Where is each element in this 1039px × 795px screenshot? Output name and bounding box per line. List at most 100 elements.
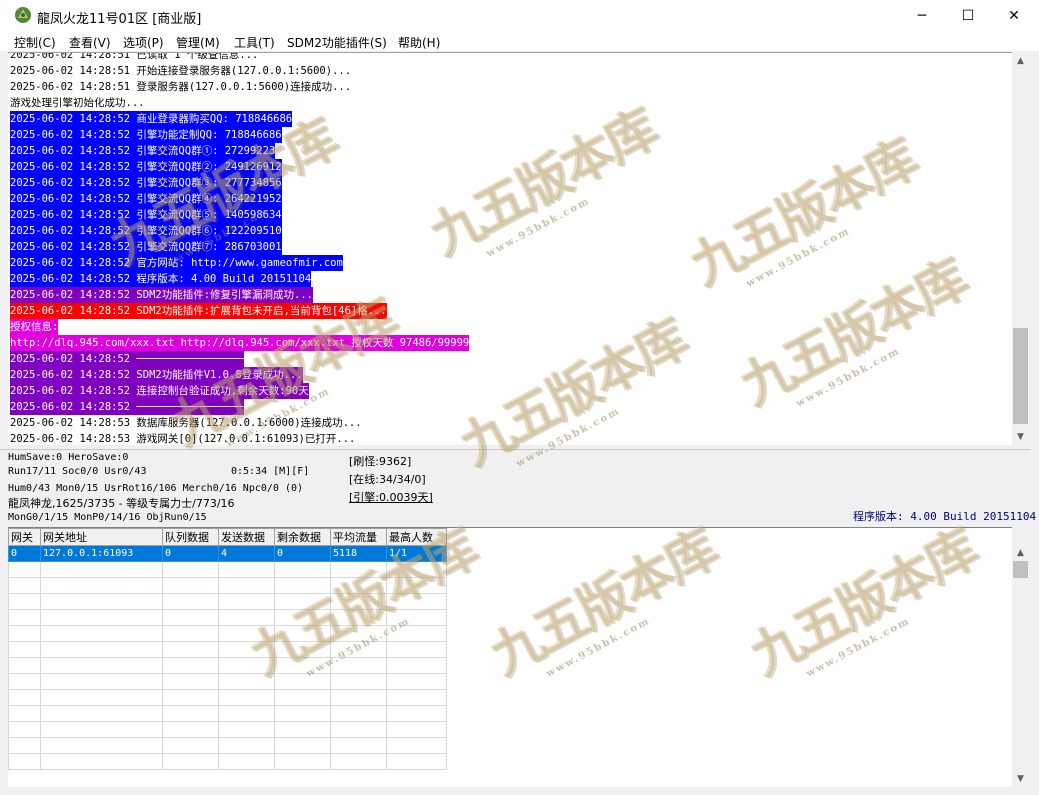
log-line: 2025-06-02 14:28:52 引擎功能定制QQ: 718846686: [10, 127, 282, 143]
table-row[interactable]: [8, 689, 447, 706]
log-panel[interactable]: 2025-06-02 14:28:51 已读取 1 个级查信息... 2025-0…: [8, 52, 1012, 445]
log-line: 2025-06-02 14:28:52 引擎交流QQ群②: 249126912: [10, 159, 282, 175]
table-cell: [8, 721, 41, 738]
table-row[interactable]: [8, 753, 447, 770]
table-cell: [8, 577, 41, 594]
menu-options[interactable]: 选项(P): [123, 34, 164, 51]
log-line: 2025-06-02 14:28:52 引擎交流QQ群⑦: 286703001: [10, 239, 282, 255]
table-cell: 5118: [330, 545, 387, 562]
table-cell: [8, 593, 41, 610]
maximize-button[interactable]: ☐: [945, 0, 991, 31]
log-line: 2025-06-02 14:28:52 SDM2功能插件:修复引擎漏洞成功...: [10, 287, 314, 303]
table-cell: [8, 737, 41, 754]
table-cell: [40, 657, 163, 674]
table-cell: [8, 609, 41, 626]
table-cell: [40, 753, 163, 770]
gateway-grid[interactable]: 网关 网关地址 队列数据 发送数据 剩余数据 平均流量 最高人数 0 127.0.0.1:61…: [8, 527, 1012, 787]
close-button[interactable]: ✕: [991, 0, 1037, 31]
log-line: 2025-06-02 14:28:51 登录服务器(127.0.0.1:5600…: [10, 81, 352, 93]
table-cell: 0: [162, 545, 219, 562]
table-row[interactable]: [8, 737, 447, 754]
log-line: 2025-06-02 14:28:52 连接控制台验证成功,剩余天数:90天: [10, 383, 309, 399]
table-cell: [40, 737, 163, 754]
log-line: 2025-06-02 14:28:52 引擎交流QQ群①: 27299223: [10, 143, 276, 159]
table-cell: [274, 753, 331, 770]
minimize-button[interactable]: ─: [899, 0, 945, 31]
log-scrollbar[interactable]: ▲ ▼: [1012, 52, 1029, 445]
scroll-down-icon[interactable]: ▼: [1012, 428, 1029, 445]
scroll-thumb[interactable]: [1013, 561, 1028, 578]
menu-help[interactable]: 帮助(H): [398, 34, 440, 51]
table-row[interactable]: [8, 641, 447, 658]
table-cell: [274, 609, 331, 626]
table-cell: [274, 673, 331, 690]
table-cell: [162, 753, 219, 770]
table-cell: [274, 593, 331, 610]
scroll-up-icon[interactable]: ▲: [1012, 544, 1029, 561]
table-row[interactable]: [8, 561, 447, 578]
table-cell: 1/1: [386, 545, 447, 562]
window-title: 龍凤火龙11号01区 [商业版]: [37, 12, 202, 27]
table-cell: [162, 705, 219, 722]
menu-tools[interactable]: 工具(T): [234, 34, 275, 51]
table-row[interactable]: [8, 577, 447, 594]
column-header[interactable]: 网关地址: [40, 528, 163, 546]
column-header[interactable]: 最高人数: [386, 528, 447, 546]
table-cell: [8, 753, 41, 770]
column-header[interactable]: 发送数据: [218, 528, 275, 546]
table-row[interactable]: 0 127.0.0.1:61093 0 4 0 5118 1/1: [8, 545, 447, 562]
table-cell: [162, 593, 219, 610]
table-cell: [8, 625, 41, 642]
scroll-thumb[interactable]: [1013, 328, 1028, 424]
menu-control[interactable]: 控制(C): [14, 34, 56, 51]
table-cell: [162, 689, 219, 706]
column-header[interactable]: 队列数据: [162, 528, 219, 546]
table-cell: [40, 673, 163, 690]
table-cell: [218, 657, 275, 674]
table-row[interactable]: [8, 721, 447, 738]
table-cell: [386, 721, 447, 738]
log-line: 2025-06-02 14:28:52 ─────────────────: [10, 399, 244, 415]
status-panel: HumSave:0 HeroSave:0 Run17/11 Soc0/0 Usr…: [0, 449, 1036, 525]
table-row[interactable]: [8, 593, 447, 610]
column-header[interactable]: 剩余数据: [274, 528, 331, 546]
table-cell: [330, 721, 387, 738]
table-row[interactable]: [8, 657, 447, 674]
table-cell: [386, 625, 447, 642]
table-row[interactable]: [8, 673, 447, 690]
column-header[interactable]: 网关: [8, 528, 41, 546]
table-cell: [330, 753, 387, 770]
status-online: [在线:34/34/0]: [349, 473, 426, 486]
table-cell: [274, 737, 331, 754]
table-cell: [274, 641, 331, 658]
table-cell: [162, 721, 219, 738]
grid-scrollbar[interactable]: ▲ ▼: [1012, 544, 1029, 787]
log-line: 2025-06-02 14:28:52 引擎交流QQ群⑤: 140598634: [10, 207, 282, 223]
app-window: 龍凤火龙11号01区 [商业版] ─ ☐ ✕ 控制(C) 查看(V) 选项(P)…: [0, 0, 1039, 795]
menu-sdm2-plugin[interactable]: SDM2功能插件(S): [287, 34, 387, 51]
table-row[interactable]: [8, 609, 447, 626]
table-cell: [162, 737, 219, 754]
menu-manage[interactable]: 管理(M): [176, 34, 220, 51]
table-cell: [218, 721, 275, 738]
table-cell: [274, 705, 331, 722]
table-cell: [274, 625, 331, 642]
table-row[interactable]: [8, 625, 447, 642]
table-cell: [330, 593, 387, 610]
program-version: 程序版本: 4.00 Build 20151104: [853, 510, 1037, 523]
table-cell: [330, 689, 387, 706]
table-cell: [162, 561, 219, 578]
table-row[interactable]: [8, 705, 447, 722]
status-mon: MonG0/1/15 MonP0/14/16 ObjRun0/15: [8, 512, 207, 523]
table-cell: [330, 561, 387, 578]
table-cell: [218, 609, 275, 626]
status-engine-days: [引擎:0.0039天]: [349, 491, 433, 504]
status-save: HumSave:0 HeroSave:0: [8, 452, 129, 463]
scroll-up-icon[interactable]: ▲: [1012, 52, 1029, 69]
menu-view[interactable]: 查看(V): [69, 34, 111, 51]
menu-bar: 控制(C) 查看(V) 选项(P) 管理(M) 工具(T) SDM2功能插件(S…: [0, 31, 1039, 51]
table-cell: [40, 721, 163, 738]
table-cell: [8, 689, 41, 706]
scroll-down-icon[interactable]: ▼: [1012, 770, 1029, 787]
column-header[interactable]: 平均流量: [330, 528, 387, 546]
